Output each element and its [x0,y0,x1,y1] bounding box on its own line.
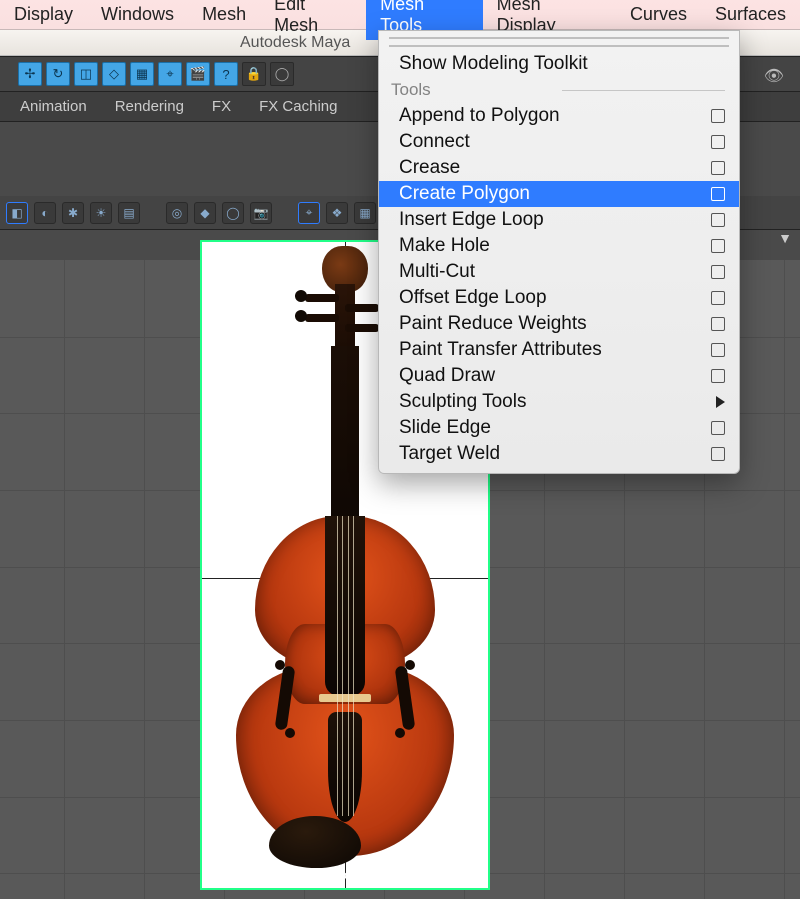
os-menubar: Display Windows Mesh Edit Mesh Mesh Tool… [0,0,800,30]
menu-item-label: Quad Draw [399,365,711,387]
menubar-item-display[interactable]: Display [0,0,87,29]
move-tool-icon[interactable]: ✢ [18,62,42,86]
option-box-icon[interactable] [711,239,725,253]
view-iso-icon[interactable]: ◆ [194,202,216,224]
tab-animation[interactable]: Animation [20,98,87,115]
menu-item-label: Insert Edge Loop [399,209,711,231]
menu-item-connect[interactable]: Connect [379,129,739,155]
menu-item-label: Create Polygon [399,183,711,205]
menu-item-label: Append to Polygon [399,105,711,127]
menu-item-label: Crease [399,157,711,179]
tab-fx[interactable]: FX [212,98,231,115]
menu-item-sculpting-tools[interactable]: Sculpting Tools [379,389,739,415]
menu-tear-off-handle[interactable] [389,37,729,47]
menu-item-insert-edge-loop[interactable]: Insert Edge Loop [379,207,739,233]
panel-collapse-chevron-icon[interactable]: ▼ [778,230,792,246]
menu-item-make-hole[interactable]: Make Hole [379,233,739,259]
option-box-icon[interactable] [711,109,725,123]
visibility-icon[interactable]: ◯ [270,62,294,86]
option-box-icon[interactable] [711,161,725,175]
option-box-icon[interactable] [711,369,725,383]
show-panel-icon[interactable]: 👁 [764,66,784,86]
view-magnet-icon[interactable]: ❖ [326,202,348,224]
menu-item-quad-draw[interactable]: Quad Draw [379,363,739,389]
snap-grid-icon[interactable]: ◇ [102,62,126,86]
view-texture-icon[interactable]: ▤ [118,202,140,224]
lock-icon[interactable]: 🔒 [242,62,266,86]
rotate-tool-icon[interactable]: ↻ [46,62,70,86]
view-xray-icon[interactable]: ◎ [166,202,188,224]
menubar-item-curves[interactable]: Curves [616,0,701,29]
menu-item-target-weld[interactable]: Target Weld [379,441,739,467]
menu-item-label: Paint Reduce Weights [399,313,711,335]
view-cube-icon[interactable]: ◧ [6,202,28,224]
menu-item-paint-reduce-weights[interactable]: Paint Reduce Weights [379,311,739,337]
submenu-arrow-icon [716,396,725,408]
option-box-icon[interactable] [711,213,725,227]
view-shaded-icon[interactable]: ◐ [34,202,56,224]
menu-item-label: Sculpting Tools [399,391,716,413]
view-grid-icon[interactable]: ▦ [354,202,376,224]
option-box-icon[interactable] [711,447,725,461]
menu-item-slide-edge[interactable]: Slide Edge [379,415,739,441]
menu-item-label: Paint Transfer Attributes [399,339,711,361]
snap-point-icon[interactable]: ⌖ [158,62,182,86]
mesh-tools-menu: Show Modeling Toolkit Tools Append to Po… [378,30,740,474]
scale-tool-icon[interactable]: ◫ [74,62,98,86]
menu-item-label: Make Hole [399,235,711,257]
menu-item-label: Offset Edge Loop [399,287,711,309]
option-box-icon[interactable] [711,265,725,279]
camera-label: front [331,868,358,882]
option-box-icon[interactable] [711,317,725,331]
option-box-icon[interactable] [711,187,725,201]
snap-curve-icon[interactable]: ▦ [130,62,154,86]
menubar-item-surfaces[interactable]: Surfaces [701,0,800,29]
menu-item-multi-cut[interactable]: Multi-Cut [379,259,739,285]
menu-item-paint-transfer-attributes[interactable]: Paint Transfer Attributes [379,337,739,363]
menu-item-label: Target Weld [399,443,711,465]
view-select-icon[interactable]: ⌖ [298,202,320,224]
option-box-icon[interactable] [711,343,725,357]
menu-item-show-modeling-toolkit[interactable]: Show Modeling Toolkit [379,51,739,77]
window-title: Autodesk Maya [240,34,350,52]
playblast-icon[interactable]: 🎬 [186,62,210,86]
tab-rendering[interactable]: Rendering [115,98,184,115]
view-aov-icon[interactable]: ◯ [222,202,244,224]
view-wire-icon[interactable]: ✱ [62,202,84,224]
help-icon[interactable]: ? [214,62,238,86]
menubar-item-windows[interactable]: Windows [87,0,188,29]
tab-fx-caching[interactable]: FX Caching [259,98,337,115]
view-cam-icon[interactable]: 📷 [250,202,272,224]
view-light-icon[interactable]: ☀ [90,202,112,224]
menu-item-label: Connect [399,131,711,153]
menu-item-label: Multi-Cut [399,261,711,283]
option-box-icon[interactable] [711,291,725,305]
menu-item-create-polygon[interactable]: Create Polygon [379,181,739,207]
menu-section-tools: Tools [379,77,739,103]
menu-item-label: Slide Edge [399,417,711,439]
menu-item-append-to-polygon[interactable]: Append to Polygon [379,103,739,129]
menu-item-offset-edge-loop[interactable]: Offset Edge Loop [379,285,739,311]
menu-item-crease[interactable]: Crease [379,155,739,181]
menubar-item-mesh[interactable]: Mesh [188,0,260,29]
option-box-icon[interactable] [711,421,725,435]
option-box-icon[interactable] [711,135,725,149]
